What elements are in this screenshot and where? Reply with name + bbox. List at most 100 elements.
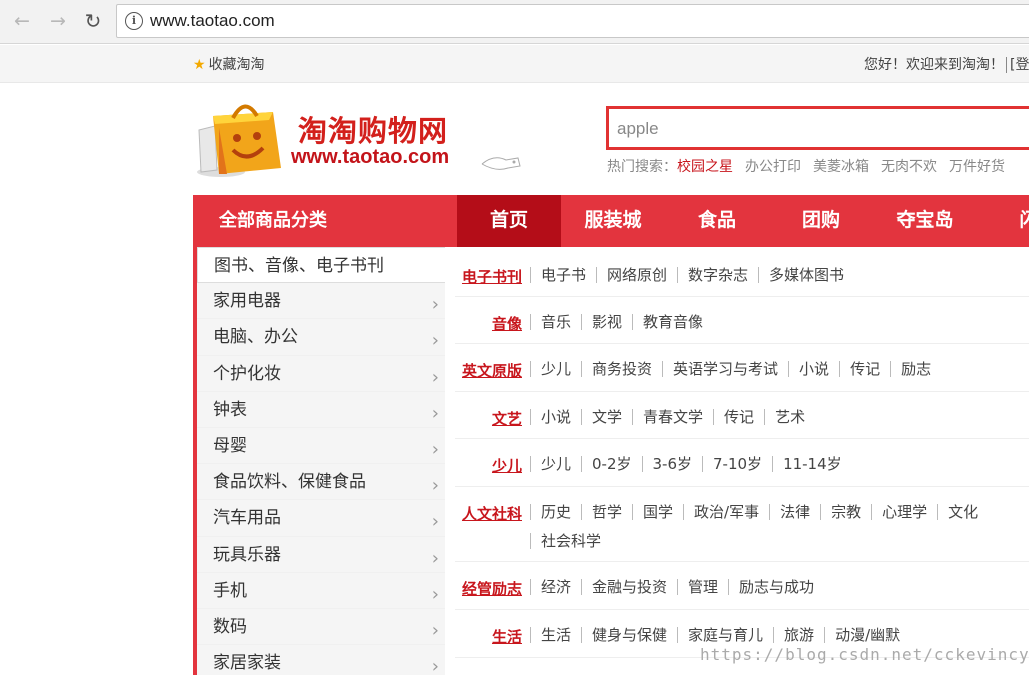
subcategory-link[interactable]: 3-6岁 [641, 456, 703, 472]
hot-keyword[interactable]: 办公打印 [745, 159, 801, 175]
nav-item-groupbuy[interactable]: 团购 [769, 195, 873, 247]
subcategory-row: 少儿 少儿 0-2岁 3-6岁 7-10岁 11-14岁 [455, 439, 1029, 487]
subcategory-row: 文艺 小说 文学 青春文学 传记 艺术 [455, 392, 1029, 439]
subcategory-link[interactable]: 传记 [713, 409, 764, 425]
subcategory-link[interactable]: 多媒体图书 [758, 267, 854, 283]
subcategory-link[interactable]: 7-10岁 [702, 456, 772, 472]
category-label: 母婴 [213, 435, 247, 456]
subcategory-link[interactable]: 商务投资 [581, 361, 662, 377]
hot-keyword[interactable]: 美菱冰箱 [813, 159, 869, 175]
category-label: 食品饮料、保健食品 [213, 472, 366, 493]
nav-item-home[interactable]: 首页 [457, 195, 561, 247]
nav-item-clothing[interactable]: 服装城 [561, 195, 665, 247]
subcategory-link[interactable]: 网络原创 [596, 267, 677, 283]
subcategory-link[interactable]: 英语学习与考试 [662, 361, 788, 377]
category-item[interactable]: 手机 › [197, 572, 445, 609]
all-categories-button[interactable]: 全部商品分类 [193, 195, 455, 247]
login-link[interactable]: [登 [1006, 57, 1029, 73]
favorite-link[interactable]: ★ 收藏淘淘 [193, 54, 265, 74]
category-item[interactable]: 图书、音像、电子书刊 [197, 247, 445, 284]
subcategory-link[interactable]: 影视 [581, 314, 632, 330]
chevron-right-icon: › [431, 294, 439, 316]
chevron-right-icon: › [431, 619, 439, 641]
hot-keyword[interactable]: 万件好货 [949, 159, 1005, 175]
back-icon[interactable]: ← [10, 9, 34, 33]
search-box[interactable] [606, 106, 1029, 150]
subcategory-link[interactable]: 历史 [530, 504, 581, 520]
category-item[interactable]: 食品饮料、保健食品 › [197, 464, 445, 501]
subcategory-link[interactable]: 音乐 [530, 314, 581, 330]
subcategory-link[interactable]: 经济 [530, 579, 581, 595]
category-item[interactable]: 汽车用品 › [197, 500, 445, 537]
subcategory-link[interactable]: 励志与成功 [728, 579, 824, 595]
category-item[interactable]: 数码 › [197, 608, 445, 646]
logo-url: www.taotao.com [291, 146, 450, 168]
subcategory-link[interactable]: 旅游 [773, 627, 824, 643]
hot-keyword[interactable]: 无肉不欢 [881, 159, 937, 175]
category-item[interactable]: 玩具乐器 › [197, 536, 445, 573]
subcategory-title[interactable]: 音像 [492, 313, 522, 334]
category-item[interactable]: 电脑、办公 › [197, 319, 445, 356]
site-topbar: ★ 收藏淘淘 您好！欢迎来到淘淘！ [登 [0, 45, 1029, 83]
subcategory-link[interactable]: 数字杂志 [677, 267, 758, 283]
subcategory-link[interactable]: 艺术 [764, 409, 815, 425]
subcategory-link[interactable]: 小说 [530, 409, 581, 425]
subcategory-title[interactable]: 少儿 [492, 455, 522, 476]
subcategory-link[interactable]: 哲学 [581, 504, 632, 520]
reload-icon[interactable]: ↻ [81, 9, 105, 33]
address-url[interactable]: www.taotao.com [150, 11, 275, 31]
search-input[interactable] [617, 119, 1017, 139]
category-item[interactable]: 钟表 › [197, 391, 445, 428]
subcategory-link[interactable]: 少儿 [530, 361, 581, 377]
category-label: 数码 [213, 616, 247, 637]
site-logo[interactable]: 淘淘购物网 www.taotao.com [193, 98, 523, 180]
category-item[interactable]: 母婴 › [197, 427, 445, 465]
subcategory-title[interactable]: 人文社科 [462, 503, 522, 524]
subcategory-link[interactable]: 11-14岁 [772, 456, 852, 472]
category-label: 电脑、办公 [213, 327, 298, 348]
subcategory-link[interactable]: 管理 [677, 579, 728, 595]
subcategory-title[interactable]: 经管励志 [462, 578, 522, 599]
subcategory-link[interactable]: 心理学 [871, 504, 937, 520]
subcategory-title[interactable]: 英文原版 [462, 360, 522, 381]
subcategory-link[interactable]: 生活 [530, 627, 581, 643]
subcategory-link[interactable]: 少儿 [530, 456, 581, 472]
category-item[interactable]: 个护化妆 › [197, 355, 445, 392]
subcategory-link[interactable]: 传记 [839, 361, 890, 377]
subcategory-row: 经管励志 经济 金融与投资 管理 励志与成功 [455, 562, 1029, 610]
chevron-right-icon: › [431, 583, 439, 605]
subcategory-title[interactable]: 电子书刊 [462, 266, 522, 287]
category-item[interactable]: 家用电器 › [197, 283, 445, 320]
subcategory-link[interactable]: 家庭与育儿 [677, 627, 773, 643]
subcategory-link[interactable]: 国学 [632, 504, 683, 520]
subcategory-panel: 电子书刊 电子书 网络原创 数字杂志 多媒体图书 音像 音乐 影视 教育音像 英文原版 少… [455, 247, 1029, 658]
subcategory-link[interactable]: 励志 [890, 361, 941, 377]
nav-item-treasure[interactable]: 夺宝岛 [873, 195, 977, 247]
subcategory-links: 少儿 商务投资 英语学习与考试 小说 传记 励志 [530, 360, 1029, 389]
subcategory-link[interactable]: 法律 [769, 504, 820, 520]
nav-item-food[interactable]: 食品 [665, 195, 769, 247]
subcategory-link[interactable]: 青春文学 [632, 409, 713, 425]
subcategory-link[interactable]: 文学 [581, 409, 632, 425]
subcategory-link[interactable]: 小说 [788, 361, 839, 377]
nav-item-flash[interactable]: 闪 [977, 195, 1029, 247]
subcategory-title[interactable]: 文艺 [492, 408, 522, 429]
subcategory-link[interactable]: 宗教 [820, 504, 871, 520]
subcategory-link[interactable]: 教育音像 [632, 314, 713, 330]
subcategory-link[interactable]: 电子书 [530, 267, 596, 283]
forward-icon[interactable]: → [46, 9, 70, 33]
subcategory-link[interactable]: 政治/军事 [683, 504, 769, 520]
subcategory-link[interactable]: 金融与投资 [581, 579, 677, 595]
subcategory-link[interactable]: 0-2岁 [581, 456, 642, 472]
subcategory-link[interactable]: 健身与保健 [581, 627, 677, 643]
chevron-right-icon: › [431, 511, 439, 533]
subcategory-title[interactable]: 生活 [492, 626, 522, 647]
subcategory-link[interactable]: 社会科学 [530, 533, 611, 549]
info-icon[interactable]: i [125, 12, 143, 30]
address-bar[interactable]: i www.taotao.com [116, 4, 1029, 38]
subcategory-link[interactable]: 动漫/幽默 [824, 627, 910, 643]
hot-keyword[interactable]: 校园之星 [677, 159, 733, 175]
category-label: 汽车用品 [213, 508, 281, 529]
subcategory-link[interactable]: 文化 [937, 504, 988, 520]
category-item[interactable]: 家居家装 › [197, 645, 445, 675]
